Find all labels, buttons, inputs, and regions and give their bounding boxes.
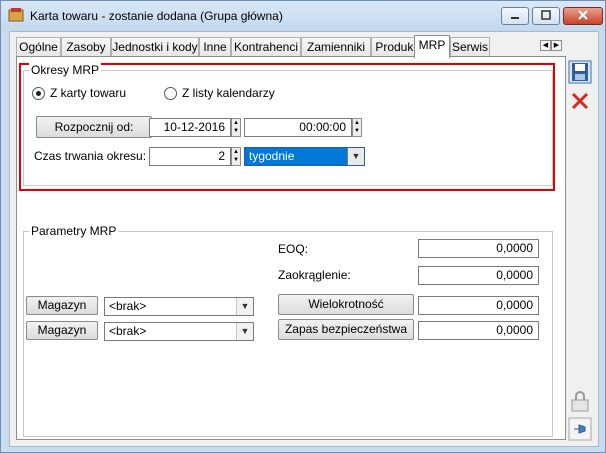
magazyn-select-2[interactable]: <brak> ▼: [104, 322, 254, 341]
date-spin-icon[interactable]: ▲ ▼: [231, 118, 241, 137]
start-date-field[interactable]: 10-12-2016: [149, 118, 231, 137]
minimize-button[interactable]: [501, 7, 529, 25]
radio-z-karty-towaru[interactable]: [32, 87, 45, 100]
lock-icon[interactable]: [568, 389, 592, 413]
tab-serwis[interactable]: Serwis: [450, 37, 490, 57]
window: Karta towaru - zostanie dodana (Grupa gł…: [0, 0, 606, 453]
maximize-button[interactable]: [532, 7, 560, 25]
tab-zasoby[interactable]: Zasoby: [61, 37, 111, 57]
eoq-field[interactable]: 0,0000: [418, 239, 539, 258]
chevron-down-icon: ▼: [236, 323, 253, 340]
radio-z-karty-towaru-label: Z karty towaru: [50, 86, 127, 100]
radio-z-listy-kalendarzy[interactable]: [164, 87, 177, 100]
chevron-down-icon: ▼: [236, 298, 253, 315]
period-unit-value: tygodnie: [249, 149, 295, 163]
tab-scroll-right-icon[interactable]: ▶: [551, 40, 562, 51]
window-title: Karta towaru - zostanie dodana (Grupa gł…: [30, 9, 283, 23]
tab-scroll-left-icon[interactable]: ◀: [540, 40, 551, 51]
tab-mrp[interactable]: MRP: [414, 35, 450, 58]
minimize-icon: [511, 17, 519, 19]
okresy-mrp-group: Okresy MRP Z karty towaru Z listy kalend…: [23, 63, 553, 186]
duration-field[interactable]: 2: [149, 147, 231, 166]
duration-spin-icon[interactable]: ▲ ▼: [231, 147, 241, 166]
parametry-mrp-group: Parametry MRP EOQ: 0,0000 Zaokrąglenie: …: [23, 224, 553, 437]
parametry-mrp-legend: Parametry MRP: [29, 224, 119, 238]
radio-z-listy-kalendarzy-label: Z listy kalendarzy: [182, 86, 275, 100]
rozpocznij-od-button[interactable]: Rozpocznij od:: [36, 116, 152, 138]
tab-ogolne[interactable]: Ogólne: [16, 37, 61, 57]
pin-icon[interactable]: [568, 417, 592, 441]
tab-jednostki-i-kody[interactable]: Jednostki i kody: [111, 37, 199, 57]
start-time-field[interactable]: 00:00:00: [244, 118, 352, 137]
time-spin-icon[interactable]: ▲ ▼: [352, 118, 362, 137]
cancel-icon[interactable]: [568, 89, 592, 113]
magazyn-value-1: <brak>: [109, 299, 147, 313]
wielokrotnosc-button[interactable]: Wielokrotność: [278, 294, 414, 315]
magazyn-button-2[interactable]: Magazyn: [26, 321, 98, 340]
zaokraglenie-label: Zaokrąglenie:: [278, 268, 351, 282]
tab-zamienniki[interactable]: Zamienniki: [301, 37, 371, 57]
wielokrotnosc-field[interactable]: 0,0000: [418, 296, 539, 315]
zapas-bezpieczenstwa-button[interactable]: Zapas bezpieczeństwa: [278, 319, 414, 340]
czas-trwania-label: Czas trwania okresu:: [34, 149, 147, 163]
tab-page-mrp: Okresy MRP Z karty towaru Z listy kalend…: [16, 56, 566, 440]
maximize-icon: [541, 10, 551, 20]
dialog-body: Ogólne Zasoby Jednostki i kody Inne Kont…: [9, 31, 599, 447]
close-icon: [578, 10, 588, 20]
magazyn-button-1[interactable]: Magazyn: [26, 296, 98, 315]
magazyn-select-1[interactable]: <brak> ▼: [104, 297, 254, 316]
close-button[interactable]: [563, 7, 603, 25]
zaokraglenie-field[interactable]: 0,0000: [418, 266, 539, 285]
period-unit-select[interactable]: tygodnie ▼: [244, 147, 365, 166]
tab-kontrahenci[interactable]: Kontrahenci: [231, 37, 301, 57]
save-icon[interactable]: [568, 60, 592, 84]
magazyn-value-2: <brak>: [109, 324, 147, 338]
tab-inne[interactable]: Inne: [199, 37, 231, 57]
zapas-bezpieczenstwa-field[interactable]: 0,0000: [418, 321, 539, 340]
title-bar[interactable]: Karta towaru - zostanie dodana (Grupa gł…: [1, 1, 605, 31]
app-icon: [8, 8, 24, 22]
okresy-mrp-legend: Okresy MRP: [29, 63, 102, 77]
chevron-down-icon: ▼: [347, 148, 364, 165]
eoq-label: EOQ:: [278, 242, 309, 256]
